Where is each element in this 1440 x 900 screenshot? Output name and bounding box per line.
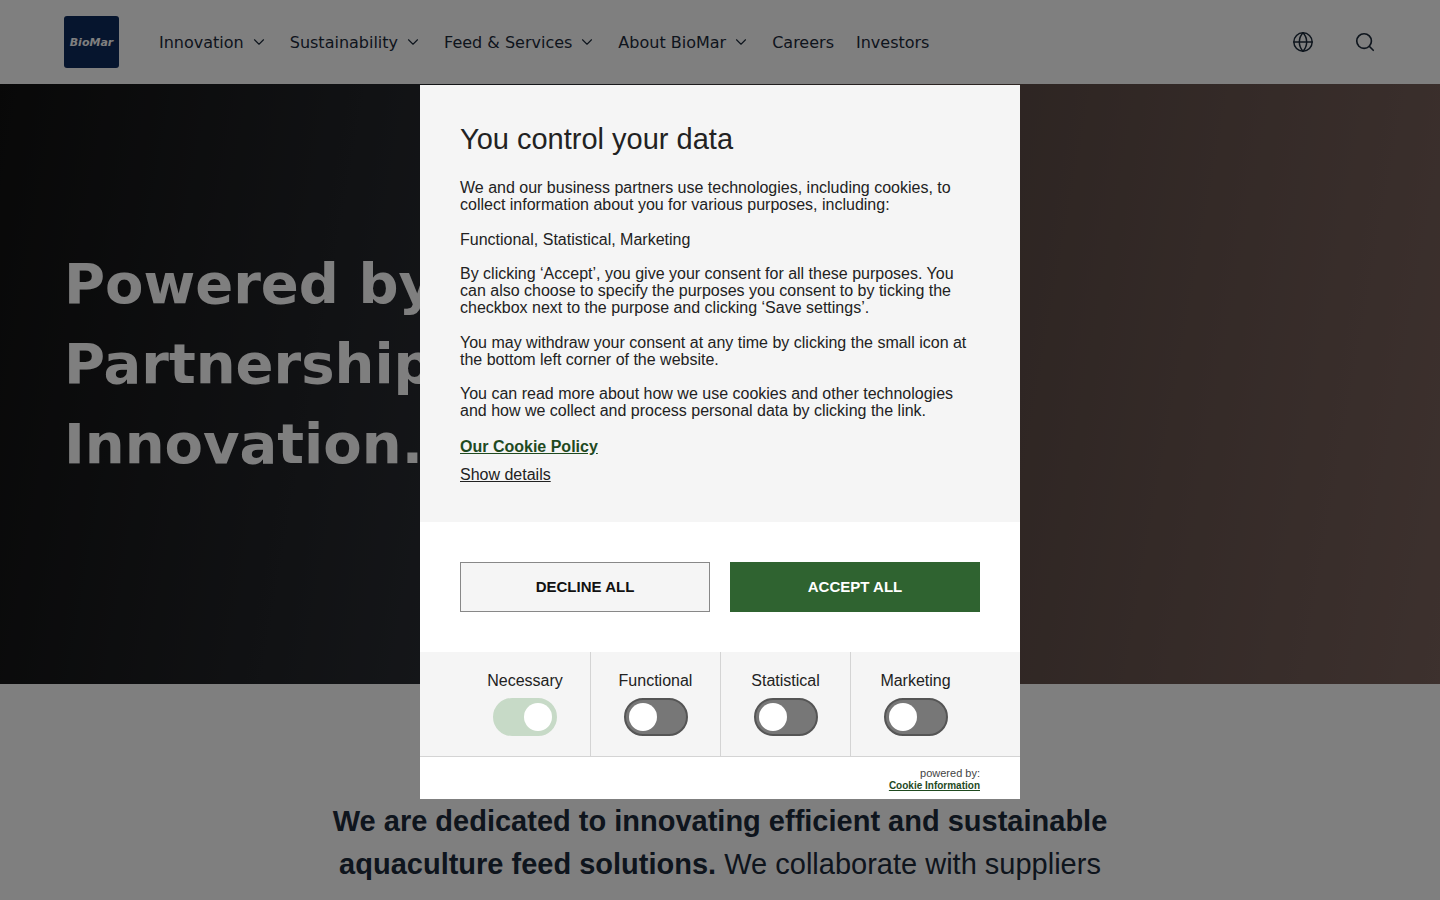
- accept-all-button[interactable]: ACCEPT ALL: [730, 562, 980, 612]
- toggle-knob: [629, 703, 657, 731]
- category-label: Statistical: [751, 672, 819, 690]
- dialog-buttons: DECLINE ALL ACCEPT ALL: [420, 522, 1020, 652]
- dialog-paragraph: You may withdraw your consent at any tim…: [460, 335, 980, 369]
- cookie-dialog: You control your data We and our business…: [420, 85, 1020, 799]
- category-label: Marketing: [880, 672, 950, 690]
- show-details-link[interactable]: Show details: [460, 466, 980, 484]
- dialog-paragraph: You can read more about how we use cooki…: [460, 386, 980, 420]
- consent-category: Statistical: [720, 652, 850, 756]
- cookie-information-link[interactable]: Cookie Information: [889, 780, 980, 791]
- category-label: Necessary: [487, 672, 563, 690]
- powered-by: powered by:: [920, 767, 980, 779]
- consent-category: Functional: [590, 652, 720, 756]
- consent-categories: Necessary Functional Statistical Marketing: [420, 652, 1020, 756]
- toggle-knob: [759, 703, 787, 731]
- cookie-policy-link[interactable]: Our Cookie Policy: [460, 438, 980, 456]
- dialog-title: You control your data: [460, 123, 980, 156]
- dialog-paragraph: Functional, Statistical, Marketing: [460, 232, 980, 249]
- dialog-footer: powered by:Cookie Information: [420, 756, 1020, 799]
- consent-category: Necessary: [460, 652, 590, 756]
- toggle-knob: [524, 703, 552, 731]
- category-toggle[interactable]: [884, 698, 948, 736]
- category-toggle[interactable]: [624, 698, 688, 736]
- page: BioMarInnovationSustainabilityFeed & Ser…: [0, 0, 1440, 900]
- decline-all-button[interactable]: DECLINE ALL: [460, 562, 710, 612]
- dialog-body: You control your data We and our business…: [420, 85, 1020, 522]
- consent-category: Marketing: [850, 652, 980, 756]
- toggle-knob: [889, 703, 917, 731]
- category-toggle: [493, 698, 557, 736]
- category-label: Functional: [619, 672, 693, 690]
- dialog-paragraph: We and our business partners use technol…: [460, 180, 980, 214]
- dialog-paragraph: By clicking ‘Accept’, you give your cons…: [460, 266, 980, 316]
- category-toggle[interactable]: [754, 698, 818, 736]
